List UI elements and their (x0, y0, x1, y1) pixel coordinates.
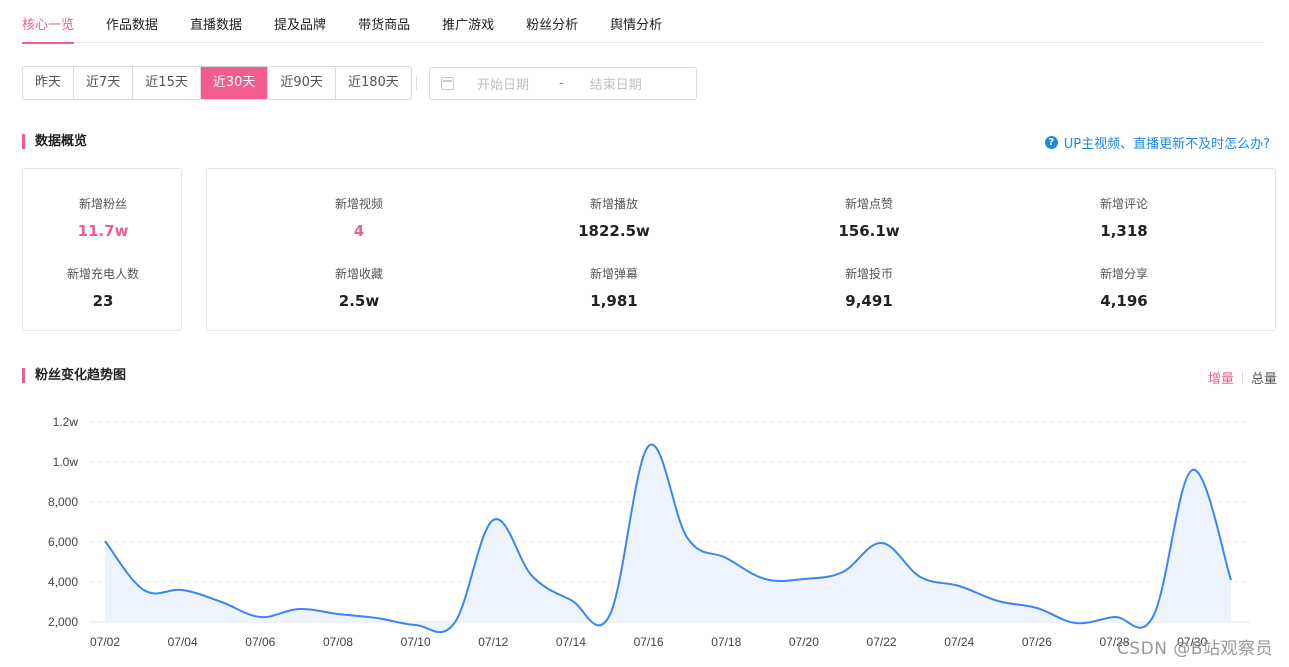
date-separator: - (559, 76, 564, 91)
stat-label: 新增分享 (1099, 267, 1148, 281)
x-tick-label: 07/04 (168, 635, 198, 649)
stat-value: 4 (353, 222, 365, 240)
chart-area-fill (105, 444, 1231, 633)
stat-new-shares: 新增分享 4,196 (1044, 265, 1204, 310)
question-icon: ? (1044, 136, 1058, 149)
tab-products[interactable]: 带货商品 (358, 0, 410, 43)
x-tick-label: 07/06 (245, 635, 275, 649)
x-tick-label: 07/22 (867, 635, 897, 649)
end-date-input[interactable]: 结束日期 (590, 74, 642, 93)
x-tick-label: 07/20 (789, 635, 819, 649)
overview-title: 数据概览 (22, 134, 87, 149)
x-tick-label: 07/10 (401, 635, 431, 649)
range-15-days-button[interactable]: 近15天 (133, 67, 201, 99)
tab-works-data[interactable]: 作品数据 (106, 0, 158, 43)
tab-core-overview[interactable]: 核心一览 (22, 0, 75, 44)
stat-label: 新增充电人数 (66, 267, 139, 281)
x-tick-label: 07/14 (556, 635, 586, 649)
stat-label: 新增视频 (334, 197, 383, 211)
stat-new-comments: 新增评论 1,318 (1044, 195, 1204, 240)
x-tick-label: 07/02 (90, 635, 120, 649)
stat-label: 新增粉丝 (78, 197, 127, 211)
stat-new-likes: 新增点赞 156.1w (789, 195, 949, 240)
stat-new-videos: 新增视频 4 (279, 195, 439, 240)
range-90-days-button[interactable]: 近90天 (268, 67, 336, 99)
divider (1241, 371, 1243, 384)
trend-toggle: 增量 总量 (1208, 368, 1277, 387)
stat-value: 4,196 (1100, 292, 1148, 310)
stat-value: 9,491 (845, 292, 893, 310)
range-180-days-button[interactable]: 近180天 (336, 67, 411, 99)
stat-value: 156.1w (838, 222, 900, 240)
fans-card: 新增粉丝 11.7w 新增充电人数 23 (22, 168, 182, 331)
divider (416, 76, 417, 90)
nav-tabs: 核心一览 作品数据 直播数据 提及品牌 带货商品 推广游戏 粉丝分析 舆情分析 (22, 0, 1264, 44)
start-date-input[interactable]: 开始日期 (477, 74, 537, 93)
tab-mentioned-brands[interactable]: 提及品牌 (274, 0, 326, 43)
x-tick-label: 07/26 (1022, 635, 1052, 649)
stat-value: 2.5w (338, 292, 380, 310)
stat-new-favorites: 新增收藏 2.5w (279, 265, 439, 310)
range-30-days-button[interactable]: 近30天 (200, 67, 269, 99)
stat-value: 1,981 (590, 292, 638, 310)
x-tick-label: 07/08 (323, 635, 353, 649)
fan-trend-chart: 2,000 4,000 6,000 8,000 1.0w 1.2w 07/02 07/04 0… (48, 415, 1250, 649)
stat-label: 新增播放 (589, 197, 638, 211)
stat-new-fans: 新增粉丝 11.7w (23, 195, 183, 240)
stat-new-chargers: 新增充电人数 23 (23, 265, 183, 310)
range-7-days-button[interactable]: 近7天 (74, 67, 134, 99)
toggle-increment[interactable]: 增量 (1208, 368, 1234, 387)
stat-label: 新增评论 (1099, 197, 1148, 211)
y-tick-label: 1.0w (53, 455, 79, 469)
stat-label: 新增投币 (844, 267, 893, 281)
help-link[interactable]: ? UP主视频、直播更新不及时怎么办? (1044, 133, 1270, 152)
tab-promoted-games[interactable]: 推广游戏 (442, 0, 494, 43)
x-tick-label: 07/18 (711, 635, 741, 649)
stat-value: 1822.5w (578, 222, 650, 240)
y-tick-label: 1.2w (53, 415, 79, 429)
stat-new-danmaku: 新增弹幕 1,981 (534, 265, 694, 310)
x-tick-label: 07/12 (478, 635, 508, 649)
range-selector: 昨天 近7天 近15天 近30天 近90天 近180天 (22, 66, 412, 100)
x-tick-label: 07/16 (634, 635, 664, 649)
stat-new-coins: 新增投币 9,491 (789, 265, 949, 310)
stat-label: 新增弹幕 (589, 267, 638, 281)
range-yesterday-button[interactable]: 昨天 (23, 67, 75, 99)
stat-label: 新增收藏 (334, 267, 383, 281)
tab-sentiment-analysis[interactable]: 舆情分析 (610, 0, 662, 43)
tab-live-data[interactable]: 直播数据 (190, 0, 242, 43)
date-range-picker[interactable]: 开始日期 - 结束日期 (429, 67, 697, 100)
watermark: CSDN @B站观察员 (1116, 639, 1273, 659)
y-tick-label: 8,000 (48, 495, 78, 509)
help-link-text: UP主视频、直播更新不及时怎么办? (1063, 137, 1270, 152)
x-tick-label: 07/24 (944, 635, 974, 649)
toggle-total[interactable]: 总量 (1251, 368, 1277, 387)
stat-value: 11.7w (77, 222, 129, 240)
y-tick-label: 4,000 (48, 575, 78, 589)
calendar-icon (441, 77, 454, 90)
y-tick-label: 2,000 (48, 615, 78, 629)
tab-fan-analysis[interactable]: 粉丝分析 (526, 0, 578, 43)
trend-title: 粉丝变化趋势图 (22, 368, 126, 383)
content-stats-card: 新增视频 4 新增播放 1822.5w 新增点赞 156.1w 新增评论 1,3… (206, 168, 1276, 331)
stat-new-plays: 新增播放 1822.5w (534, 195, 694, 240)
y-tick-label: 6,000 (48, 535, 78, 549)
stat-value: 23 (92, 292, 114, 310)
stat-label: 新增点赞 (844, 197, 893, 211)
stat-value: 1,318 (1100, 222, 1148, 240)
